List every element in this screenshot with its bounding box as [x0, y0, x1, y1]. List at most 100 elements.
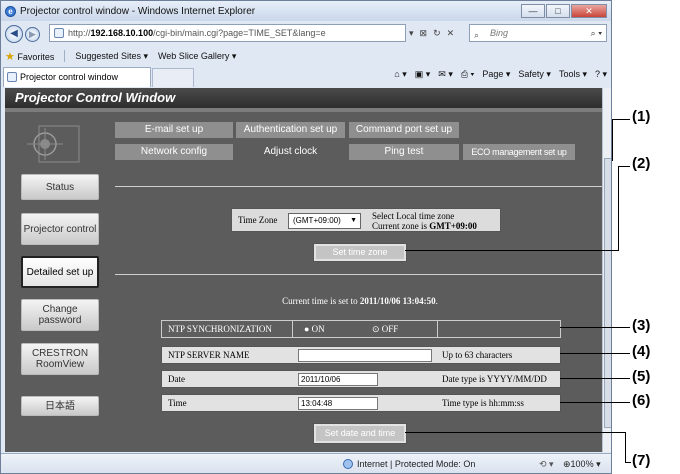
zoom-level[interactable]: ⊕100% ▾: [563, 459, 601, 470]
callout-line: [625, 432, 626, 462]
tab-network-config[interactable]: Network config: [115, 144, 233, 160]
ntp-server-row: NTP SERVER NAME Up to 63 characters: [161, 346, 561, 364]
time-zone-select[interactable]: (GMT+09:00) ▼: [288, 213, 361, 229]
date-input[interactable]: [298, 373, 378, 386]
status-icons[interactable]: ⟲ ▾: [539, 459, 554, 470]
ie-icon: e: [5, 5, 16, 17]
date-hint: Date type is YYYY/MM/DD: [442, 374, 547, 384]
window-title: Projector control window - Windows Inter…: [20, 5, 256, 17]
set-time-zone-button[interactable]: Set time zone: [313, 243, 407, 262]
callout-line: [560, 402, 630, 403]
tab-authentication-setup[interactable]: Authentication set up: [236, 122, 345, 138]
time-zone-label: Time Zone: [238, 215, 278, 225]
back-icon[interactable]: ◀: [5, 25, 23, 43]
search-input[interactable]: ⌕ Bing ⌕ ▾: [469, 24, 607, 42]
time-label: Time: [168, 398, 187, 408]
refresh-icon[interactable]: ↻: [433, 24, 441, 42]
compat-icon[interactable]: ⊠: [420, 24, 428, 42]
search-go-icon[interactable]: ⌕ ▾: [591, 25, 602, 41]
favorites-bar: ★ Favorites Suggested Sites ▾ Web Slice …: [1, 47, 611, 65]
callout-line: [612, 119, 613, 161]
callout-3: (3): [632, 317, 651, 334]
time-row: Time Time type is hh:mm:ss: [161, 394, 561, 412]
projector-logo-icon: [27, 125, 80, 163]
page-menu[interactable]: Page ▾: [482, 69, 510, 80]
callout-line: [618, 166, 619, 250]
status-bar: Internet | Protected Mode: On ⟲ ▾ ⊕100% …: [1, 453, 611, 473]
callout-line: [560, 378, 630, 379]
current-time-text: Current time is set to 2011/10/06 13:04:…: [282, 296, 438, 306]
vertical-scrollbar[interactable]: [602, 88, 611, 452]
ntp-off-radio[interactable]: ⊙ OFF: [372, 321, 398, 337]
header-divider: [5, 108, 611, 112]
chevron-down-icon: ▼: [350, 217, 357, 224]
home-icon[interactable]: ⌂ ▾: [394, 69, 406, 80]
callout-line: [560, 353, 630, 354]
tab-eco-management-setup[interactable]: ECO management set up: [463, 144, 575, 160]
safety-menu[interactable]: Safety ▾: [518, 69, 551, 80]
status-text: Internet | Protected Mode: On: [357, 459, 476, 469]
maximize-button[interactable]: □: [546, 4, 570, 18]
date-row: Date Date type is YYYY/MM/DD: [161, 370, 561, 388]
date-label: Date: [168, 374, 185, 384]
mail-icon[interactable]: ✉ ▾: [438, 69, 453, 80]
navigation-bar: ◀ ▶ http://192.168.10.100/cgi-bin/main.c…: [1, 22, 611, 46]
ntp-server-label: NTP SERVER NAME: [168, 350, 250, 360]
dropdown-icon[interactable]: ▾: [409, 24, 414, 42]
time-zone-info: Select Local time zone Current zone is G…: [372, 211, 477, 231]
page-icon: [54, 28, 64, 38]
ntp-on-radio[interactable]: ● ON: [304, 321, 325, 337]
callout-line: [625, 462, 631, 463]
callout-line: [405, 432, 625, 433]
close-button[interactable]: ✕: [571, 4, 607, 18]
time-input[interactable]: [298, 397, 378, 410]
feeds-icon[interactable]: ▣ ▾: [415, 69, 431, 80]
stop-icon[interactable]: ✕: [447, 24, 455, 42]
sidebar-item-detailed-setup[interactable]: Detailed set up: [21, 256, 99, 288]
divider: [115, 186, 605, 187]
callout-6: (6): [632, 392, 651, 409]
ntp-server-input[interactable]: [298, 349, 432, 362]
scrollbar-thumb[interactable]: [604, 158, 611, 428]
callout-7: (7): [632, 452, 651, 469]
new-tab-button[interactable]: [152, 68, 194, 87]
sidebar-item-crestron-roomview[interactable]: CRESTRON RoomView: [21, 343, 99, 375]
tab-email-setup[interactable]: E-mail set up: [115, 122, 233, 138]
command-bar: ⌂ ▾ ▣ ▾ ✉ ▾ ⎙ ▾ Page ▾ Safety ▾ Tools ▾ …: [394, 69, 607, 80]
page-content: Projector Control Window Status Projecto…: [5, 88, 611, 452]
minimize-button[interactable]: —: [521, 4, 545, 18]
tab-command-port-setup[interactable]: Command port set up: [349, 122, 459, 138]
callout-5: (5): [632, 368, 651, 385]
print-icon[interactable]: ⎙ ▾: [461, 69, 474, 80]
globe-icon: [343, 459, 353, 469]
suggested-sites-link[interactable]: Suggested Sites ▾: [75, 51, 148, 62]
callout-2: (2): [632, 155, 651, 172]
address-bar[interactable]: http://192.168.10.100/cgi-bin/main.cgi?p…: [49, 24, 406, 42]
browser-window: e Projector control window - Windows Int…: [0, 0, 612, 474]
ntp-server-hint: Up to 63 characters: [442, 350, 513, 360]
sidebar-item-status[interactable]: Status: [21, 174, 99, 200]
forward-icon[interactable]: ▶: [25, 26, 40, 42]
browser-tab[interactable]: Projector control window: [3, 67, 151, 87]
sidebar-item-change-password[interactable]: Change password: [21, 299, 99, 331]
page-title: Projector Control Window: [5, 88, 611, 108]
callout-line: [405, 250, 619, 251]
tab-adjust-clock[interactable]: Adjust clock: [236, 144, 345, 160]
set-date-time-button[interactable]: Set date and time: [313, 423, 407, 444]
help-icon[interactable]: ? ▾: [595, 69, 607, 80]
title-bar: e Projector control window - Windows Int…: [1, 1, 611, 21]
sidebar-item-projector-control[interactable]: Projector control: [21, 213, 99, 245]
callout-line: [612, 119, 630, 120]
search-icon: ⌕: [474, 30, 480, 40]
page-icon: [7, 72, 17, 82]
tools-menu[interactable]: Tools ▾: [559, 69, 587, 80]
web-slice-link[interactable]: Web Slice Gallery ▾: [158, 51, 236, 62]
ntp-sync-label: NTP SYNCHRONIZATION: [168, 324, 272, 334]
tab-ping-test[interactable]: Ping test: [349, 144, 459, 160]
tab-bar: Projector control window ⌂ ▾ ▣ ▾ ✉ ▾ ⎙ ▾…: [1, 65, 611, 87]
time-hint: Time type is hh:mm:ss: [442, 398, 524, 408]
callout-1: (1): [632, 108, 651, 125]
favorites-button[interactable]: ★ Favorites: [5, 50, 54, 63]
sidebar-item-japanese[interactable]: 日本語: [21, 396, 99, 416]
address-controls: ▾ ⊠ ↻ ✕: [407, 24, 467, 42]
